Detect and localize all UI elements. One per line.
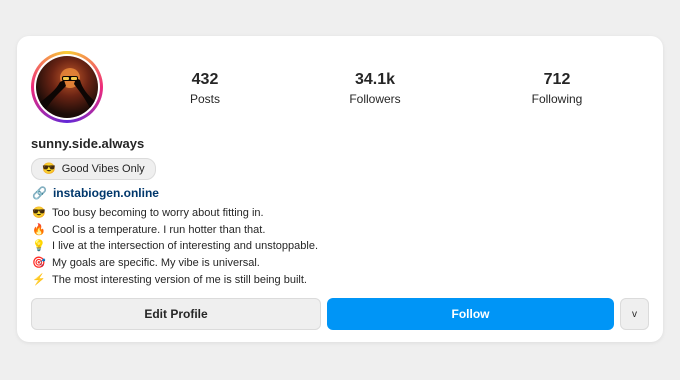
bio-line: ⚡ The most interesting version of me is …: [32, 271, 632, 288]
fire-emoji-icon: 🔥: [32, 223, 46, 236]
stat-following[interactable]: 712 Following: [497, 71, 617, 107]
stat-followers-value: 34.1k: [354, 71, 396, 88]
profile-link-row: 🔗 instabiogen.online: [32, 186, 159, 200]
stat-followers-label: Followers: [349, 92, 401, 106]
profile-link[interactable]: instabiogen.online: [53, 186, 159, 200]
bio-line: 🎯 My goals are specific. My vibe is univ…: [32, 255, 632, 272]
more-options-button[interactable]: v: [620, 298, 649, 330]
lightbulb-emoji-icon: 💡: [32, 240, 46, 253]
stat-posts-label: Posts: [189, 92, 220, 106]
sunglasses-emoji-icon: 😎: [32, 207, 46, 220]
profile-username: sunny.side.always: [31, 136, 145, 151]
stat-posts-value: 432: [191, 71, 219, 88]
profile-stats: 432 Posts 34.1k Followers 712 Following: [17, 71, 663, 111]
follow-button[interactable]: Follow: [327, 298, 614, 330]
chevron-down-icon: v: [632, 308, 637, 320]
bio-text: My goals are specific. My vibe is univer…: [52, 257, 260, 270]
bio-line: 😎 Too busy becoming to worry about fitti…: [32, 205, 632, 222]
bio-text: Too busy becoming to worry about fitting…: [52, 207, 264, 220]
stat-following-label: Following: [531, 92, 583, 106]
bio-line: 💡 I live at the intersection of interest…: [32, 238, 632, 255]
edit-profile-button[interactable]: Edit Profile: [31, 298, 321, 330]
bio-text: The most interesting version of me is st…: [52, 273, 307, 286]
bio-text: I live at the intersection of interestin…: [52, 240, 319, 253]
vibe-badge-label: Good Vibes Only: [61, 163, 145, 175]
target-emoji-icon: 🎯: [32, 257, 46, 270]
vibe-badge[interactable]: 😎 Good Vibes Only: [31, 158, 156, 180]
link-icon: 🔗: [32, 186, 47, 200]
sunglasses-emoji-icon: 😎: [42, 163, 56, 175]
stat-following-value: 712: [543, 71, 571, 88]
stat-followers[interactable]: 34.1k Followers: [315, 71, 435, 107]
profile-bio: 😎 Too busy becoming to worry about fitti…: [32, 205, 632, 288]
profile-card: 432 Posts 34.1k Followers 712 Following …: [17, 36, 663, 342]
lightning-emoji-icon: ⚡: [32, 273, 46, 286]
bio-text: Cool is a temperature. I run hotter than…: [52, 223, 266, 236]
stat-posts[interactable]: 432 Posts: [145, 71, 265, 107]
bio-line: 🔥 Cool is a temperature. I run hotter th…: [32, 222, 632, 239]
